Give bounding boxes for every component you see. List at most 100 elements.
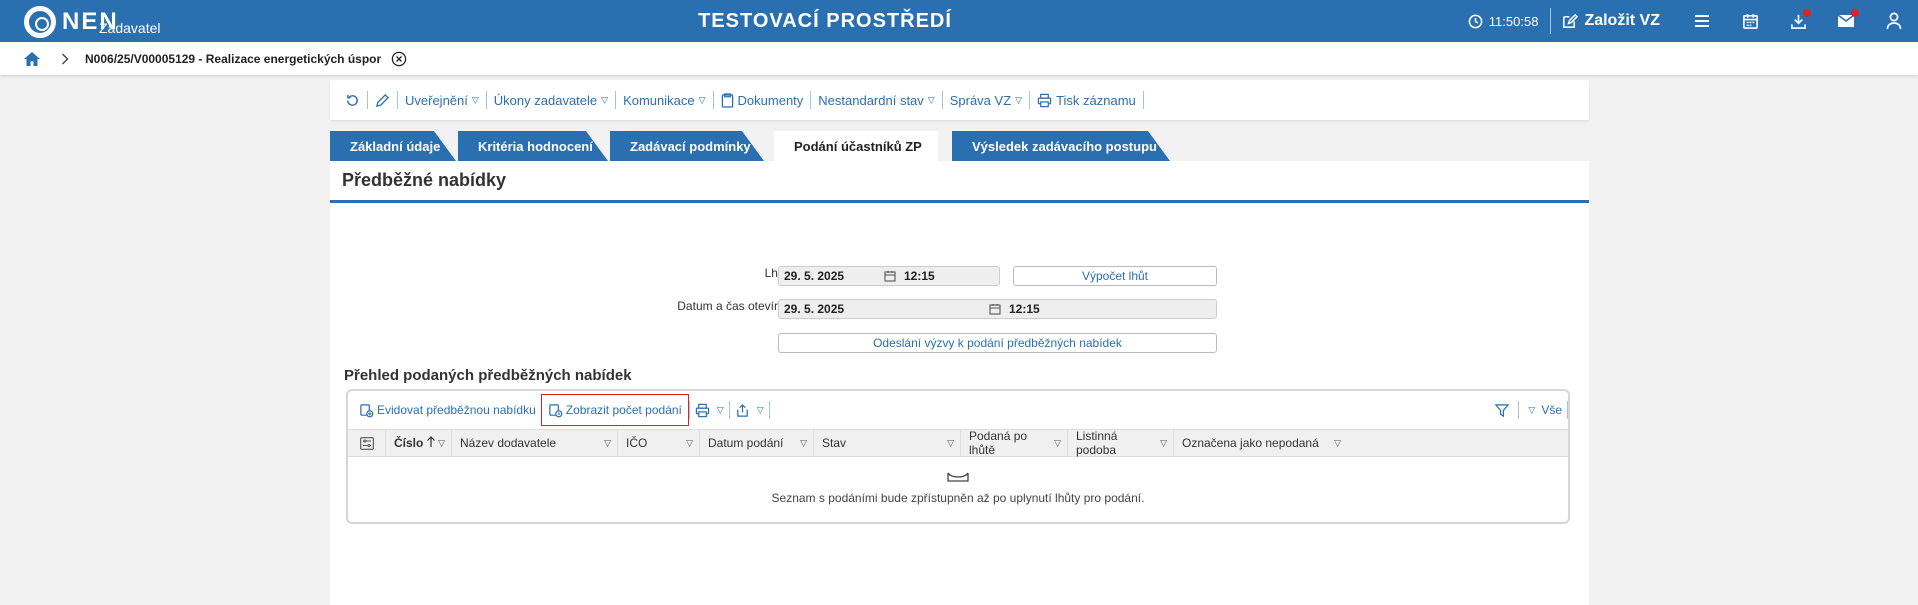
section-title: Předběžné nabídky — [330, 161, 1589, 203]
dropdown-arrow-icon: ▽ — [1334, 437, 1341, 448]
menu-button[interactable] — [1678, 0, 1726, 42]
calendar-icon — [1742, 13, 1758, 29]
column-listinna-podoba[interactable]: Listinná podoba ▽ — [1068, 429, 1174, 457]
menu-uverejneni-label: Uveřejnění — [405, 92, 468, 108]
chevron-right-icon — [61, 53, 69, 65]
dropdown-arrow-icon: ▽ — [601, 94, 609, 105]
environment-title: TESTOVACÍ PROSTŘEDÍ — [698, 10, 952, 32]
menu-dokumenty-label: Dokumenty — [737, 92, 804, 108]
action-toolbar: Uveřejnění ▽ Úkony zadavatele ▽ Komunikace… — [330, 80, 1589, 120]
deadline-date: 29. 5. 2025 — [784, 269, 845, 283]
sort-ascending-icon[interactable] — [426, 435, 436, 451]
deadline-time: 12:15 — [904, 269, 935, 283]
tab-label: Zadávací podmínky — [630, 138, 751, 154]
opening-time: 12:15 — [1009, 302, 1040, 316]
user-button[interactable] — [1870, 0, 1918, 42]
menu-tisk-label: Tisk záznamu — [1056, 92, 1136, 108]
deadline-field[interactable]: 29. 5. 2025 12:15 — [778, 266, 1000, 286]
deadline-label: Lhůta: — [530, 266, 798, 280]
menu-komunikace[interactable]: Komunikace ▽ — [616, 90, 712, 110]
menu-nestandardni-stav[interactable]: Nestandardní stav ▽ — [811, 90, 941, 110]
column-podana-po-lhute[interactable]: Podaná po lhůtě ▽ — [961, 429, 1068, 457]
column-label: Listinná podoba — [1076, 429, 1118, 457]
opening-field[interactable]: 29. 5. 2025 12:15 — [778, 299, 1217, 319]
submissions-grid: Evidovat předběžnou nabídku Zobrazit poč… — [346, 389, 1570, 524]
refresh-button[interactable] — [338, 90, 367, 110]
calc-deadlines-button[interactable]: Výpočet lhůt — [1013, 266, 1217, 286]
export-icon — [737, 403, 748, 417]
show-submission-count-button[interactable]: Zobrazit počet podání — [540, 394, 689, 426]
dropdown-arrow-icon: ▽ — [1528, 404, 1536, 415]
calendar-icon[interactable] — [989, 303, 1001, 315]
menu-icon — [1695, 15, 1709, 27]
filter-all-label: Vše — [1541, 403, 1562, 417]
dropdown-arrow-icon: ▽ — [1015, 94, 1023, 105]
register-offer-button[interactable]: Evidovat předběžnou nabídku — [354, 394, 541, 426]
create-vz-button[interactable]: Založit VZ — [1551, 12, 1678, 30]
opening-date: 29. 5. 2025 — [784, 302, 845, 316]
print-grid-button[interactable]: ▽ — [690, 394, 729, 426]
column-ico[interactable]: IČO ▽ — [618, 430, 700, 456]
home-icon[interactable] — [23, 51, 41, 67]
add-document-icon — [360, 403, 374, 417]
menu-nestandardni-label: Nestandardní stav — [818, 92, 924, 108]
printer-icon — [1037, 93, 1052, 107]
document-icon — [721, 92, 733, 108]
tab-zakladni-udaje[interactable]: Základní údaje — [330, 131, 456, 161]
tab-label: Výsledek zadávacího postupu — [972, 138, 1157, 154]
column-label: Označena jako nepodaná — [1182, 436, 1319, 450]
printer-icon — [695, 403, 710, 417]
menu-sprava-label: Správa VZ — [949, 92, 1012, 108]
content-card: Předběžné nabídky Lhůta: 29. 5. 2025 12:… — [330, 161, 1589, 605]
breadcrumb-current[interactable]: N006/25/V00005129 - Realizace energetick… — [85, 52, 381, 66]
menu-sprava-vz[interactable]: Správa VZ ▽ — [943, 90, 1029, 110]
column-stav[interactable]: Stav ▽ — [814, 430, 961, 456]
menu-ukony-label: Úkony zadavatele — [493, 92, 598, 108]
filter-button[interactable] — [1489, 394, 1518, 426]
edit-button[interactable] — [368, 90, 397, 110]
column-nazev-dodavatele[interactable]: Název dodavatele ▽ — [452, 430, 618, 456]
notification-badge — [1803, 9, 1811, 17]
tab-podani-ucastniku[interactable]: Podání účastníků ZP — [774, 131, 938, 161]
dropdown-arrow-icon: ▽ — [716, 404, 724, 415]
empty-state-message: Seznam s podáními bude zpřístupněn až po… — [771, 491, 1145, 505]
menu-tisk-zaznamu[interactable]: Tisk záznamu — [1030, 90, 1143, 110]
dropdown-arrow-icon: ▽ — [927, 94, 935, 105]
detail-panel: Uveřejnění ▽ Úkony zadavatele ▽ Komunikace… — [330, 80, 1589, 605]
grid-title: Přehled podaných předběžných nabídek — [344, 367, 632, 384]
column-cislo[interactable]: Číslo ▽ — [386, 430, 452, 456]
dropdown-arrow-icon: ▽ — [756, 404, 764, 415]
menu-dokumenty[interactable]: Dokumenty — [714, 90, 811, 110]
messages-button[interactable] — [1822, 0, 1870, 42]
menu-ukony-zadavatele[interactable]: Úkony zadavatele ▽ — [487, 90, 615, 110]
top-bar: NEN Zadavatel TESTOVACÍ PROSTŘEDÍ 11:50:… — [0, 0, 1918, 42]
filter-all-dropdown[interactable]: ▽ Vše — [1519, 394, 1567, 426]
calendar-icon[interactable] — [884, 270, 896, 282]
tab-zadavaci-podminky[interactable]: Zadávací podmínky — [610, 131, 764, 161]
opening-label: Datum a čas otevírání: — [677, 299, 798, 313]
downloads-button[interactable] — [1774, 0, 1822, 42]
calendar-button[interactable] — [1726, 0, 1774, 42]
settings-sliders-icon — [359, 436, 374, 450]
empty-state-icon — [348, 471, 1568, 483]
column-label: Název dodavatele — [460, 436, 557, 450]
export-grid-button[interactable]: ▽ — [730, 394, 769, 426]
top-right-controls: 11:50:58 Založit VZ — [1468, 0, 1918, 42]
column-oznacena-jako-nepodana[interactable]: Označena jako nepodaná ▽ — [1174, 430, 1347, 456]
user-icon — [1886, 12, 1902, 30]
column-settings-button[interactable] — [348, 430, 386, 456]
send-invitation-button[interactable]: Odeslání výzvy k podání předběžných nabí… — [778, 333, 1217, 353]
grid-filter-controls: ▽ Vše — [1489, 391, 1568, 429]
tab-kriteria-hodnoceni[interactable]: Kritéria hodnocení — [458, 131, 608, 161]
dropdown-arrow-icon: ▽ — [698, 94, 706, 105]
dropdown-arrow-icon: ▽ — [438, 437, 445, 448]
close-icon[interactable] — [391, 51, 407, 67]
column-datum-podani[interactable]: Datum podání ▽ — [700, 430, 814, 456]
notification-badge — [1851, 9, 1859, 17]
tab-label: Základní údaje — [350, 138, 441, 154]
tab-vysledek[interactable]: Výsledek zadávacího postupu — [952, 131, 1170, 161]
tab-label: Podání účastníků ZP — [794, 138, 922, 154]
create-vz-label: Založit VZ — [1584, 12, 1660, 29]
pencil-icon — [375, 93, 390, 107]
menu-uverejneni[interactable]: Uveřejnění ▽ — [398, 90, 486, 110]
